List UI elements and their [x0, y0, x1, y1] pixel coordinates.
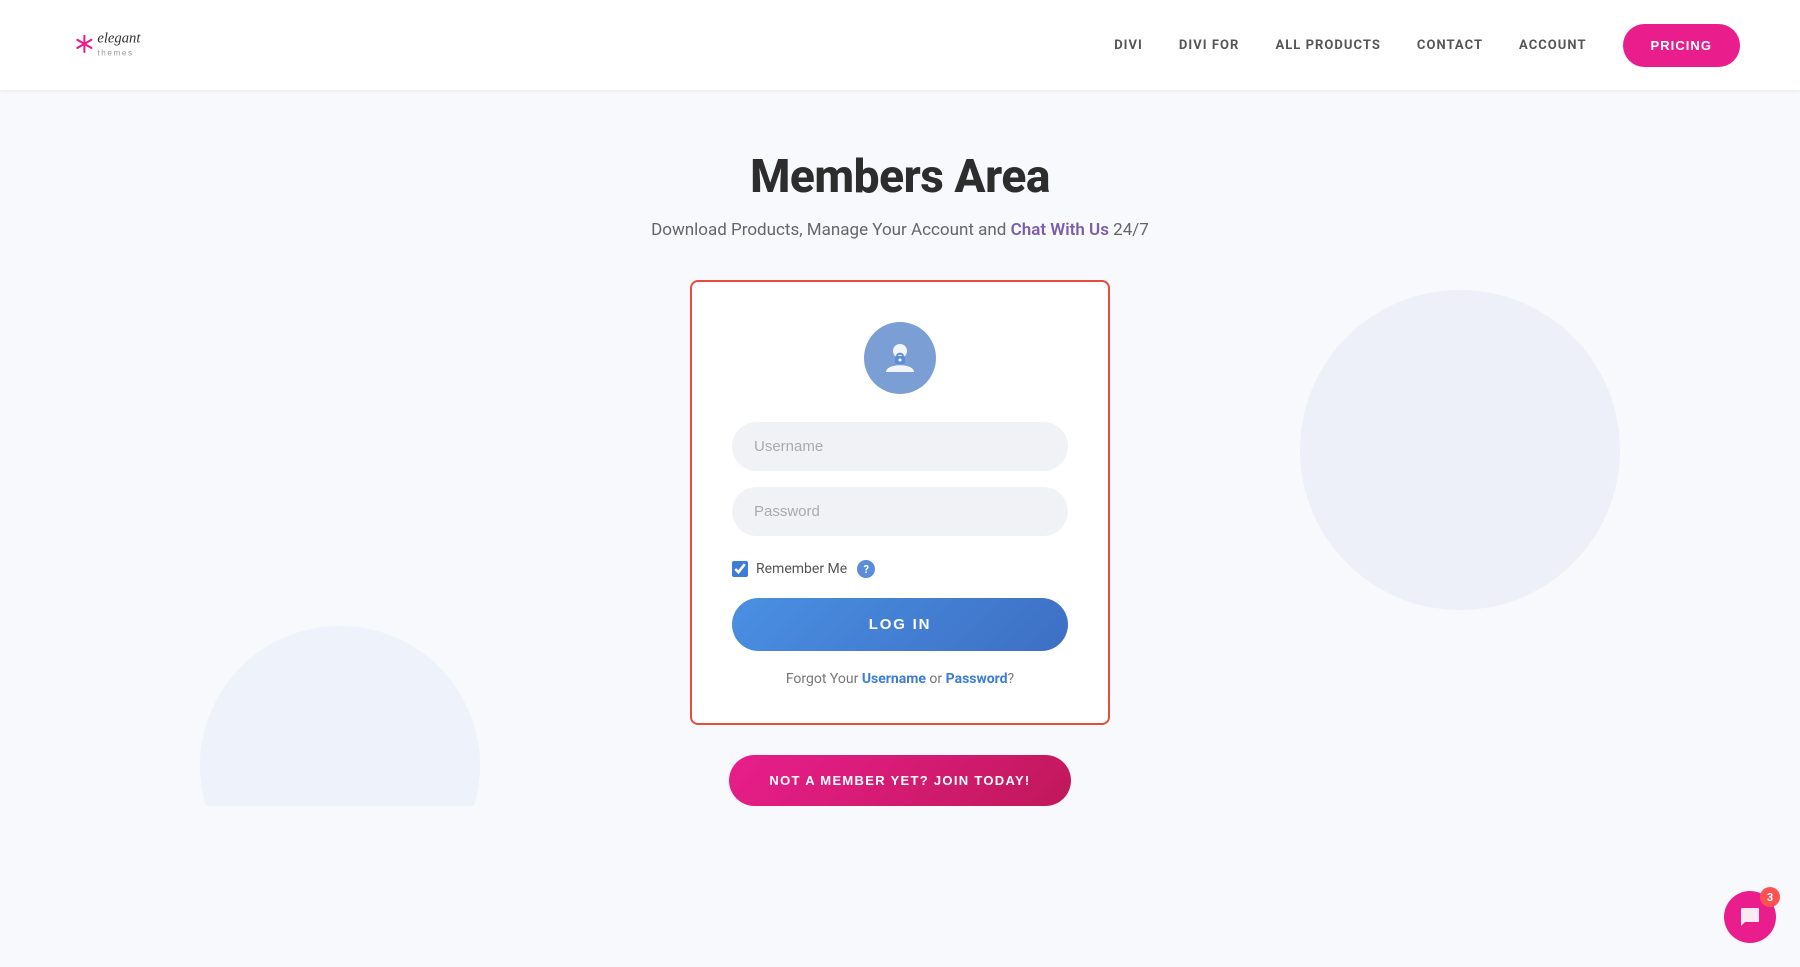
avatar	[864, 322, 936, 394]
chat-badge: 3	[1760, 887, 1780, 907]
site-header: elegant themes DIVI DIVI FOR ALL PRODUCT…	[0, 0, 1800, 90]
bg-blob-right	[1300, 290, 1620, 610]
password-input[interactable]	[732, 487, 1068, 536]
help-icon[interactable]: ?	[857, 560, 875, 578]
forgot-prefix: Forgot Your	[786, 671, 862, 687]
subtitle-text: Download Products, Manage Your Account a…	[651, 220, 1010, 240]
login-button[interactable]: LOG IN	[732, 598, 1068, 651]
remember-me-row: Remember Me ?	[732, 560, 1068, 578]
main-nav: DIVI DIVI FOR ALL PRODUCTS CONTACT ACCOU…	[1114, 24, 1740, 67]
svg-text:elegant: elegant	[97, 30, 141, 46]
chat-icon	[1738, 905, 1762, 929]
remember-label: Remember Me	[756, 561, 847, 577]
forgot-suffix: ?	[1008, 671, 1015, 687]
nav-all-products[interactable]: ALL PRODUCTS	[1275, 38, 1380, 53]
login-card: Remember Me ? LOG IN Forgot Your Usernam…	[690, 280, 1110, 725]
subtitle-suffix: 24/7	[1109, 220, 1149, 240]
pricing-button[interactable]: PRICING	[1623, 24, 1740, 67]
forgot-password-link[interactable]: Password	[946, 671, 1008, 687]
bg-blob-bottom-left	[200, 626, 480, 806]
main-content: Members Area Download Products, Manage Y…	[0, 90, 1800, 806]
username-input[interactable]	[732, 422, 1068, 471]
chat-link[interactable]: Chat With Us	[1011, 220, 1109, 240]
nav-contact[interactable]: CONTACT	[1417, 38, 1483, 53]
remember-checkbox[interactable]	[732, 561, 748, 577]
nav-divi-for[interactable]: DIVI FOR	[1179, 38, 1240, 53]
subtitle: Download Products, Manage Your Account a…	[651, 220, 1149, 240]
chat-bubble[interactable]: 3	[1724, 891, 1776, 943]
forgot-or: or	[926, 671, 946, 687]
svg-text:themes: themes	[97, 48, 133, 57]
user-lock-icon	[880, 338, 920, 378]
forgot-row: Forgot Your Username or Password?	[732, 671, 1068, 687]
forgot-username-link[interactable]: Username	[862, 671, 926, 687]
nav-divi[interactable]: DIVI	[1114, 38, 1143, 53]
join-button[interactable]: NOT A MEMBER YET? JOIN TODAY!	[729, 755, 1070, 806]
avatar-container	[732, 322, 1068, 394]
nav-account[interactable]: ACCOUNT	[1519, 38, 1587, 53]
logo[interactable]: elegant themes	[60, 18, 190, 73]
page-title: Members Area	[750, 150, 1050, 204]
